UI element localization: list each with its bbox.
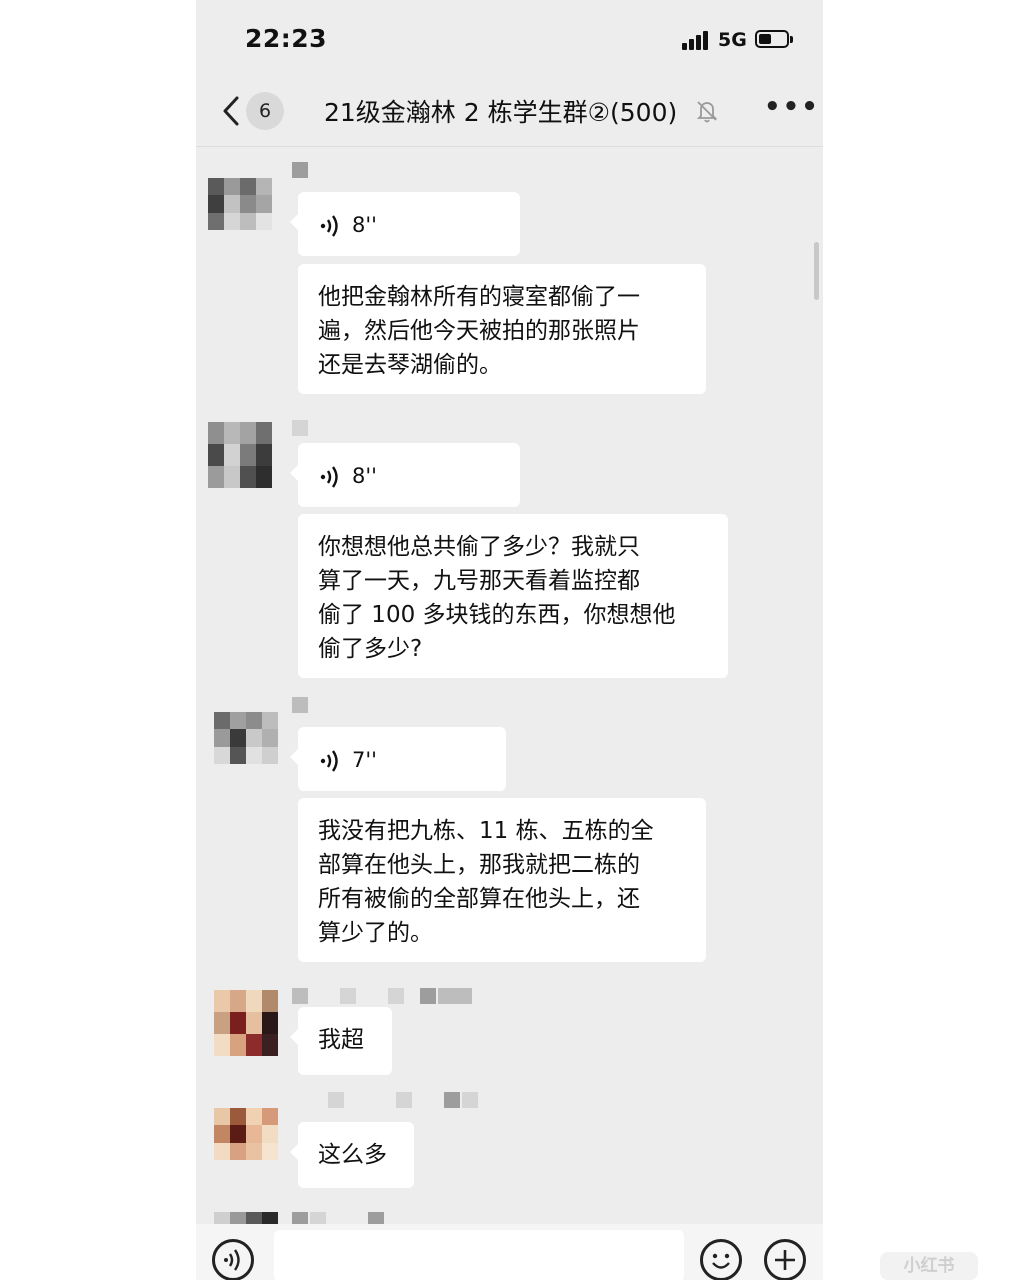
sender-name xyxy=(328,1092,480,1108)
voice-duration: 7'' xyxy=(352,748,377,772)
voice-message[interactable]: 7'' xyxy=(290,727,506,791)
message-line: 他把金翰林所有的寝室都偷了一 xyxy=(318,284,640,310)
voice-message[interactable]: 8'' xyxy=(290,192,520,256)
chat-header: 6 21级金瀚林 2 栋学生群②(500) ••• xyxy=(196,78,823,144)
sender-name xyxy=(292,697,310,713)
voice-wave-icon xyxy=(320,750,338,772)
signal-icon xyxy=(682,30,712,50)
text-message[interactable]: 他把金翰林所有的寝室都偷了一 遍，然后他今天被拍的那张照片 还是去琴湖偷的。 xyxy=(298,264,706,394)
voice-icon[interactable] xyxy=(212,1239,254,1280)
text-message[interactable]: 这么多 xyxy=(290,1122,414,1188)
message-line: 还是去琴湖偷的。 xyxy=(318,352,502,378)
text-message[interactable]: 我没有把九栋、11 栋、五栋的全 部算在他头上，那我就把二栋的 所有被偷的全部算… xyxy=(298,798,706,962)
message-line: 我超 xyxy=(318,1027,364,1053)
emoji-icon[interactable] xyxy=(700,1239,742,1280)
message-line: 偷了多少? xyxy=(318,636,423,662)
avatar[interactable] xyxy=(208,178,272,230)
voice-duration: 8'' xyxy=(352,464,377,488)
voice-wave-icon xyxy=(320,466,338,488)
voice-message[interactable]: 8'' xyxy=(290,443,520,507)
voice-duration: 8'' xyxy=(352,213,377,237)
sender-name xyxy=(292,420,310,436)
message-line: 我没有把九栋、11 栋、五栋的全 xyxy=(318,818,654,844)
avatar[interactable] xyxy=(208,422,272,488)
avatar[interactable] xyxy=(214,990,278,1056)
message-line: 部算在他头上，那我就把二栋的 xyxy=(318,852,640,878)
sender-name xyxy=(292,988,474,1004)
message-line: 你想想他总共偷了多少？我就只 xyxy=(318,534,640,560)
header-divider xyxy=(196,146,823,147)
status-time: 22:23 xyxy=(245,24,328,53)
input-bar xyxy=(196,1224,823,1280)
avatar[interactable] xyxy=(214,1212,278,1224)
more-icon[interactable]: ••• xyxy=(764,92,820,122)
plus-icon[interactable] xyxy=(764,1239,806,1280)
phone-screen: 22:23 5G 6 21级金瀚林 2 栋学生群②(500) ••• 8'' 他… xyxy=(196,0,823,1280)
scrollbar[interactable] xyxy=(814,242,819,300)
avatar[interactable] xyxy=(214,712,278,764)
message-line: 偷了 100 多块钱的东西，你想想他 xyxy=(318,602,676,628)
message-input[interactable] xyxy=(274,1230,684,1280)
chat-title[interactable]: 21级金瀚林 2 栋学生群②(500) xyxy=(324,93,677,129)
xiaohongshu-watermark: 小红书 xyxy=(880,1252,978,1280)
avatar[interactable] xyxy=(214,1108,278,1160)
network-label: 5G xyxy=(718,29,747,51)
sender-name xyxy=(292,162,310,178)
text-message[interactable]: 我超 xyxy=(290,1007,392,1075)
text-message[interactable]: 你想想他总共偷了多少？我就只 算了一天，九号那天看着监控都 偷了 100 多块钱… xyxy=(298,514,728,678)
bell-off-icon xyxy=(694,98,720,124)
message-line: 所有被偷的全部算在他头上，还 xyxy=(318,886,640,912)
status-bar: 22:23 5G xyxy=(196,0,823,78)
chevron-left-icon[interactable] xyxy=(218,94,248,128)
message-line: 遍，然后他今天被拍的那张照片 xyxy=(318,318,640,344)
unread-count-badge[interactable]: 6 xyxy=(246,92,284,130)
message-line: 算少了的。 xyxy=(318,920,433,946)
message-line: 算了一天，九号那天看着监控都 xyxy=(318,568,640,594)
message-line: 这么多 xyxy=(318,1142,387,1168)
voice-wave-icon xyxy=(320,215,338,237)
battery-icon xyxy=(755,30,793,48)
